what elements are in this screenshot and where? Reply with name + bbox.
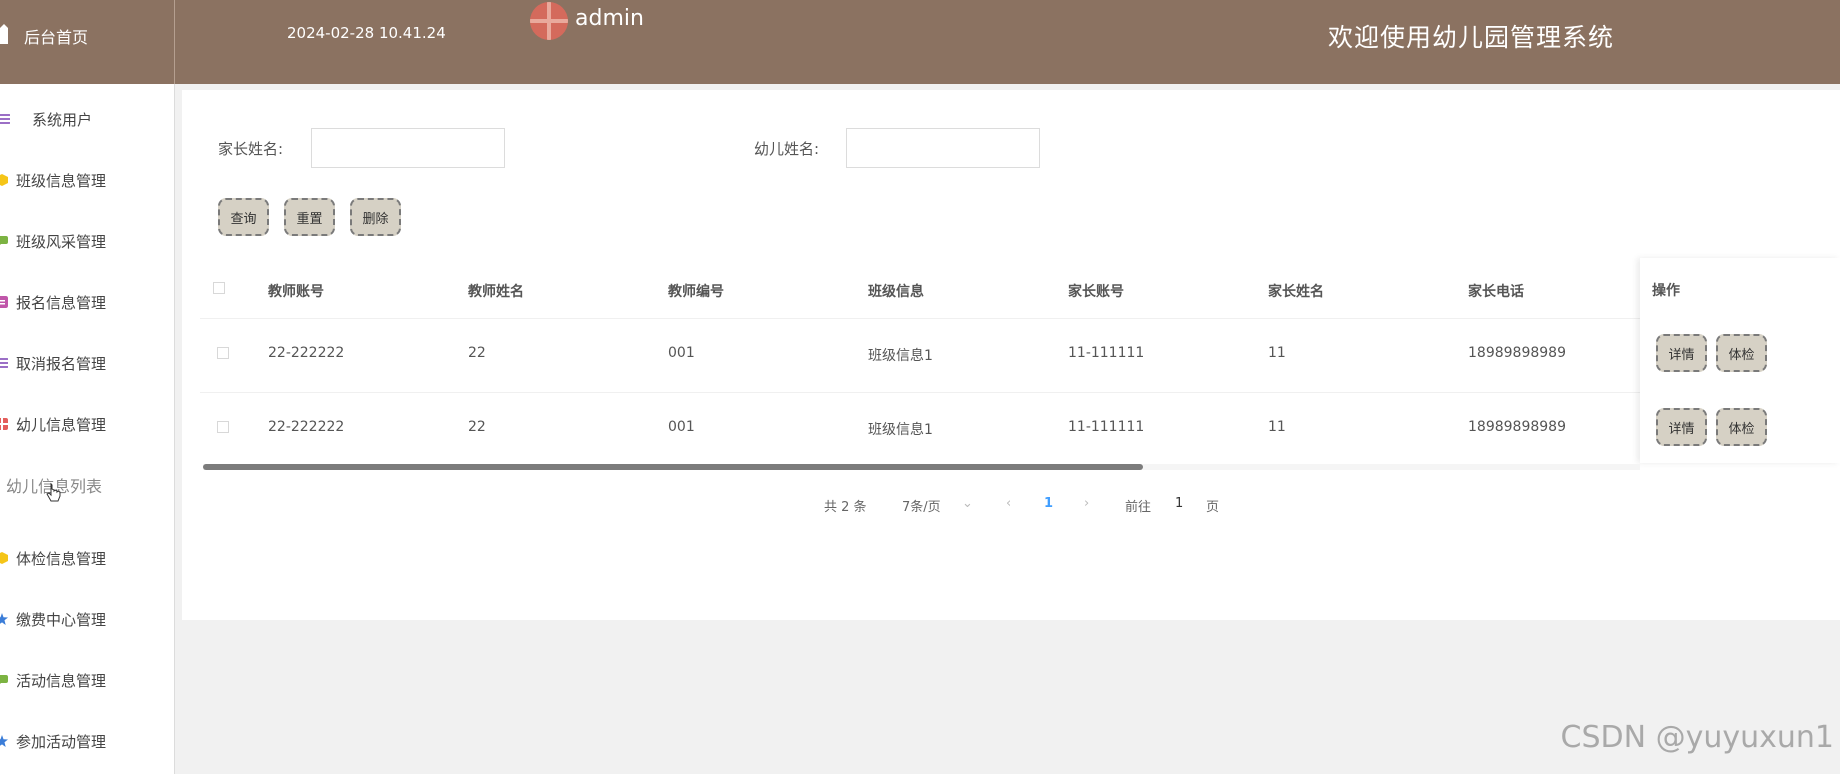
- reset-button[interactable]: 重置: [284, 198, 335, 236]
- chevron-down-icon[interactable]: ⌄: [962, 496, 973, 511]
- detail-button[interactable]: 详情: [1656, 334, 1707, 372]
- prev-page-icon[interactable]: ‹: [1006, 496, 1011, 511]
- child-name-input[interactable]: [846, 128, 1040, 168]
- column-header-parent-phone: 家长电话: [1468, 284, 1524, 300]
- table-cell: 11-111111: [1068, 345, 1145, 361]
- sidebar-item-label: 活动信息管理: [16, 671, 107, 690]
- column-header-operations: 操作: [1652, 283, 1680, 299]
- page-suffix: 页: [1206, 500, 1220, 515]
- list-icon: [0, 358, 8, 368]
- row-divider: [200, 392, 1640, 393]
- sidebar-item-label: 缴费中心管理: [16, 610, 107, 629]
- home-label[interactable]: 后台首页: [24, 24, 88, 48]
- horizontal-scrollbar-thumb[interactable]: [203, 464, 1143, 470]
- star-icon: [0, 735, 8, 747]
- row-checkbox[interactable]: [217, 347, 229, 359]
- table-cell: 22-222222: [268, 419, 345, 435]
- table-cell: 22: [468, 345, 486, 361]
- row-divider: [200, 318, 1640, 319]
- sidebar-item-label: 幼儿信息管理: [16, 415, 107, 434]
- top-header: 后台首页 2024-02-28 10.41.24 admin 欢迎使用幼儿园管理…: [0, 0, 1840, 84]
- main-panel: [182, 90, 1840, 620]
- row-checkbox[interactable]: [217, 421, 229, 433]
- child-name-label: 幼儿姓名:: [754, 140, 820, 158]
- grid-icon: [0, 418, 8, 430]
- username[interactable]: admin: [575, 6, 644, 31]
- page-size-select[interactable]: 7条/页: [902, 496, 941, 515]
- sidebar-item-child-info[interactable]: 幼儿信息管理: [0, 409, 106, 439]
- pagination-total: 共 2 条: [824, 500, 867, 515]
- current-page[interactable]: 1: [1044, 496, 1053, 511]
- sidebar-item-activity-info[interactable]: 活动信息管理: [0, 665, 106, 695]
- table-cell: 001: [668, 419, 695, 435]
- sidebar: 系统用户 班级信息管理 班级风采管理 报名信息管理 取消报名管理 幼儿信息管理 …: [0, 84, 175, 774]
- query-button[interactable]: 查询: [218, 198, 269, 236]
- form-icon: [0, 296, 8, 308]
- sidebar-item-label: 报名信息管理: [16, 293, 107, 312]
- home-icon: [0, 24, 8, 44]
- table-cell: 18989898989: [1468, 419, 1566, 435]
- table-cell: 22-222222: [268, 345, 345, 361]
- table-cell: 001: [668, 345, 695, 361]
- sidebar-item-checkup-info[interactable]: 体检信息管理: [0, 543, 106, 573]
- table-cell: 11-111111: [1068, 419, 1145, 435]
- sidebar-item-class-gallery[interactable]: 班级风采管理: [0, 226, 106, 256]
- column-header-teacher-account: 教师账号: [268, 284, 324, 300]
- sidebar-item-enrollment[interactable]: 报名信息管理: [0, 287, 106, 317]
- datetime-display: 2024-02-28 10.41.24: [287, 24, 446, 42]
- table-cell: 11: [1268, 419, 1286, 435]
- table-cell: 18989898989: [1468, 345, 1566, 361]
- sidebar-item-label: 系统用户: [32, 110, 93, 129]
- sidebar-item-system-users[interactable]: 系统用户: [0, 104, 92, 134]
- checkup-button[interactable]: 体检: [1716, 408, 1767, 446]
- sidebar-item-label: 体检信息管理: [16, 549, 107, 568]
- home-link[interactable]: 后台首页: [0, 0, 175, 84]
- parent-name-label: 家长姓名:: [218, 140, 284, 158]
- watermark: CSDN @yuyuxun1: [1560, 720, 1834, 755]
- next-page-icon[interactable]: ›: [1084, 496, 1089, 511]
- sidebar-item-join-activity[interactable]: 参加活动管理: [0, 726, 106, 756]
- table-cell: 22: [468, 419, 486, 435]
- checkup-button[interactable]: 体检: [1716, 334, 1767, 372]
- parent-name-input[interactable]: [311, 128, 505, 168]
- sidebar-item-label: 参加活动管理: [16, 732, 107, 751]
- chat-icon: [0, 236, 8, 245]
- goto-page-input[interactable]: 1: [1175, 496, 1183, 511]
- column-header-parent-name: 家长姓名: [1268, 284, 1324, 300]
- column-header-parent-account: 家长账号: [1068, 284, 1124, 300]
- system-title: 欢迎使用幼儿园管理系统: [1328, 23, 1615, 52]
- avatar[interactable]: [530, 2, 568, 40]
- list-icon: [0, 114, 10, 124]
- table-cell: 班级信息1: [868, 348, 933, 364]
- goto-label: 前往: [1125, 500, 1152, 515]
- detail-button[interactable]: 详情: [1656, 408, 1707, 446]
- operations-column: 操作 详情 体检 详情 体检: [1640, 258, 1840, 463]
- select-all-checkbox[interactable]: [213, 282, 225, 294]
- sidebar-item-label: 班级风采管理: [16, 232, 107, 251]
- column-header-teacher-name: 教师姓名: [468, 284, 524, 300]
- sidebar-item-label: 班级信息管理: [16, 171, 107, 190]
- chat-icon: [0, 675, 8, 684]
- sidebar-item-label: 取消报名管理: [16, 354, 107, 373]
- hexagon-icon: [0, 552, 8, 564]
- sidebar-item-payment-center[interactable]: 缴费中心管理: [0, 604, 106, 634]
- star-icon: [0, 613, 8, 625]
- delete-button[interactable]: 删除: [350, 198, 401, 236]
- column-header-teacher-number: 教师编号: [668, 284, 724, 300]
- table-cell: 11: [1268, 345, 1286, 361]
- sidebar-item-class-info[interactable]: 班级信息管理: [0, 165, 106, 195]
- mouse-pointer-icon: [46, 482, 61, 502]
- column-header-class-info: 班级信息: [868, 284, 924, 300]
- sidebar-item-cancel-enrollment[interactable]: 取消报名管理: [0, 348, 106, 378]
- table-cell: 班级信息1: [868, 422, 933, 438]
- hexagon-icon: [0, 174, 8, 186]
